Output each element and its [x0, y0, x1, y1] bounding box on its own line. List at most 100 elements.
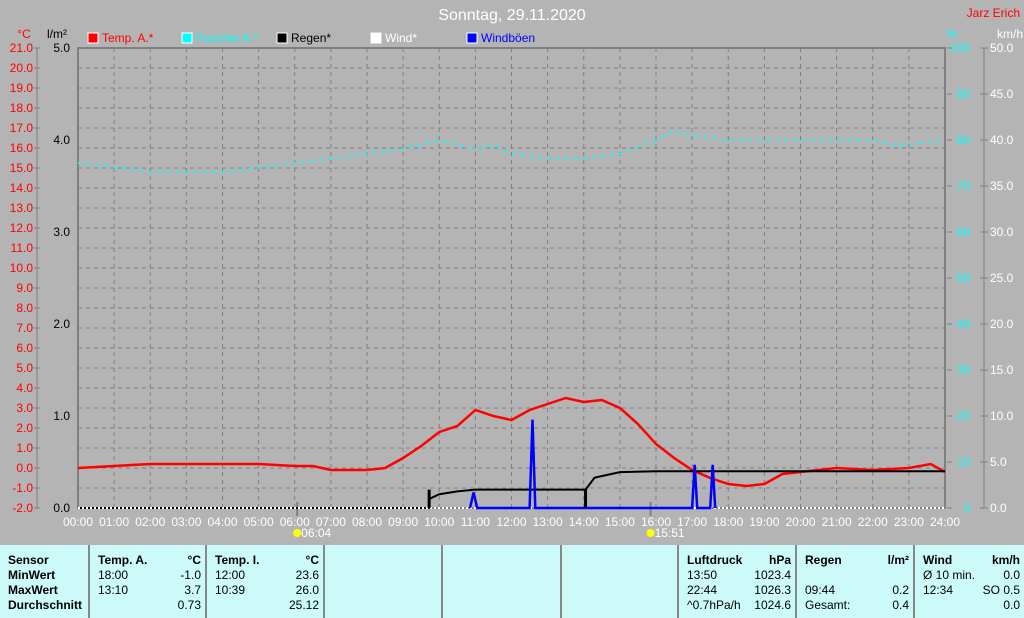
cell-value: SO 0.5 — [982, 583, 1020, 597]
humidity-tick-label: 30 — [957, 363, 971, 377]
temp-i-column: Temp. I. °C 12:00 23.6 10:39 26.0 25.12 — [205, 545, 323, 618]
cell-time: ^0.7hPa/h — [687, 598, 741, 612]
sunrise-icon — [293, 529, 302, 537]
wind-tick-label: 20.0 — [990, 317, 1014, 331]
temp-tick-label: 0.0 — [16, 461, 33, 475]
cell-time: Gesamt: — [805, 598, 851, 612]
row-label: Durchschnitt — [8, 598, 83, 612]
rain-tick-label: 3.0 — [53, 225, 70, 239]
column-header: Regen — [805, 553, 842, 567]
legend-swatch — [87, 32, 99, 44]
x-tick-label: 03:00 — [171, 515, 201, 529]
x-tick-label: 12:00 — [496, 515, 526, 529]
humidity-tick-label: 0 — [963, 501, 970, 515]
row-label: MaxWert — [8, 583, 58, 597]
cell-value: 26.0 — [295, 583, 319, 597]
legend-label: Temp. A.* — [102, 31, 154, 45]
x-tick-label: 22:00 — [858, 515, 888, 529]
column-unit: l/m² — [887, 553, 909, 567]
temp-tick-label: 16.0 — [10, 141, 34, 155]
x-tick-label: 14:00 — [569, 515, 599, 529]
legend-swatch — [370, 32, 382, 44]
cell-time: 10:39 — [215, 583, 246, 597]
cell-value: 0.0 — [1003, 568, 1020, 582]
column-header: Temp. A. — [98, 553, 148, 567]
column-unit: hPa — [768, 553, 791, 567]
weather-chart: Sonntag, 29.11.2020 Jarz Erich Temp. A.* Fe… — [10, 6, 1023, 540]
rain-tick-label: 1.0 — [53, 409, 70, 423]
legend-swatch — [276, 32, 288, 44]
sensor-column: Sensor MinWert MaxWert Durchschnitt — [0, 545, 88, 618]
temp-tick-label: 3.0 — [16, 401, 33, 415]
temp-tick-label: 17.0 — [10, 121, 34, 135]
cell-value: -1.0 — [180, 568, 201, 582]
wind-tick-label: 50.0 — [990, 41, 1014, 55]
x-tick-label: 05:00 — [244, 515, 274, 529]
empty-column — [560, 545, 677, 618]
temp-tick-label: 9.0 — [16, 281, 33, 295]
x-tick-label: 00:00 — [63, 515, 93, 529]
wind-axis-unit: km/h — [997, 27, 1023, 41]
cell-time: 12:34 — [923, 583, 954, 597]
legend-swatch — [466, 32, 478, 44]
cell-time: 18:00 — [98, 568, 129, 582]
temp-tick-label: -2.0 — [12, 501, 33, 515]
legend-label: Wind* — [385, 31, 417, 45]
temp-tick-label: 11.0 — [11, 241, 34, 255]
rain-bar — [427, 489, 431, 508]
cell-value: 1023.4 — [754, 568, 791, 582]
humidity-tick-label: 100 — [950, 41, 970, 55]
cell-time: 09:44 — [805, 583, 836, 597]
temp-tick-label: -1.0 — [12, 481, 33, 495]
empty-column — [323, 545, 441, 618]
cell-value: 3.7 — [184, 583, 201, 597]
cell-time: 13:10 — [98, 583, 129, 597]
cell-value: 0.2 — [892, 583, 909, 597]
temp-tick-label: 8.0 — [16, 301, 33, 315]
pressure-column: Luftdruck hPa 13:50 1023.4 22:44 1026.3 ^0.7hP… — [677, 545, 795, 618]
temp-tick-label: 21.0 — [10, 41, 34, 55]
wind-tick-label: 25.0 — [990, 271, 1014, 285]
sunrise-time: 06:04 — [301, 526, 331, 540]
wind-tick-label: 40.0 — [990, 133, 1014, 147]
wind-tick-label: 0.0 — [990, 501, 1007, 515]
x-tick-label: 09:00 — [388, 515, 418, 529]
temp-tick-label: 5.0 — [16, 361, 33, 375]
column-unit: °C — [305, 553, 319, 567]
cell-value: 0.0 — [1003, 598, 1020, 612]
x-tick-label: 23:00 — [894, 515, 924, 529]
wind-tick-label: 15.0 — [990, 363, 1014, 377]
rain-tick-label: 5.0 — [53, 41, 70, 55]
column-header: Temp. I. — [215, 553, 260, 567]
cell-time: 22:44 — [687, 583, 718, 597]
rain-bar — [584, 489, 588, 508]
legend-label: Regen* — [291, 31, 331, 45]
rain-tick-label: 4.0 — [53, 133, 70, 147]
rain-tick-label: 2.0 — [53, 317, 70, 331]
temp-tick-label: 7.0 — [16, 321, 33, 335]
plot-area — [77, 47, 946, 509]
temp-tick-label: 20.0 — [10, 61, 34, 75]
temp-a-column: Temp. A. °C 18:00 -1.0 13:10 3.7 0.73 — [88, 545, 205, 618]
x-tick-label: 01:00 — [99, 515, 129, 529]
x-tick-label: 11:00 — [461, 515, 490, 529]
wind-tick-label: 5.0 — [990, 455, 1007, 469]
cell-time: 13:50 — [687, 568, 718, 582]
humidity-tick-label: 80 — [957, 133, 971, 147]
humidity-tick-label: 70 — [957, 179, 971, 193]
x-tick-label: 21:00 — [822, 515, 852, 529]
legend-label: Windböen — [481, 31, 535, 45]
legend-label: Feuchte A.* — [196, 31, 258, 45]
author-label: Jarz Erich — [967, 6, 1020, 20]
sunset-icon — [646, 529, 655, 537]
temp-tick-label: 4.0 — [16, 381, 33, 395]
rain-axis-unit: l/m² — [47, 27, 67, 41]
column-unit: km/h — [991, 553, 1020, 567]
cell-time: Ø 10 min. — [923, 568, 976, 582]
temp-tick-label: 14.0 — [10, 181, 34, 195]
x-tick-label: 24:00 — [930, 515, 960, 529]
chart-title: Sonntag, 29.11.2020 — [438, 7, 585, 24]
sunset-time: 15:51 — [655, 526, 685, 540]
humidity-tick-label: 50 — [957, 271, 971, 285]
empty-column — [441, 545, 559, 618]
